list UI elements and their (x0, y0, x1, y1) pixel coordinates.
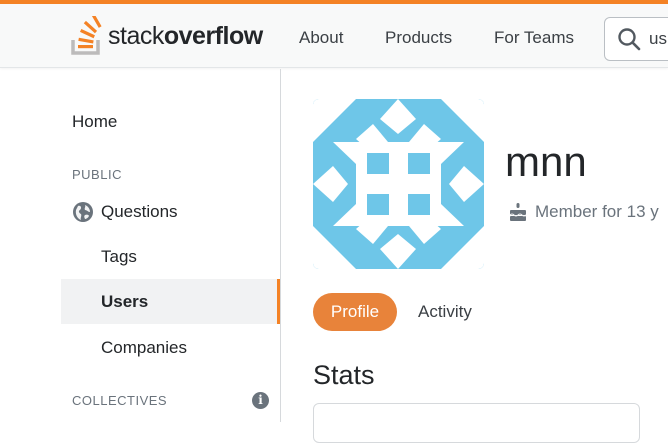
nav-for-teams[interactable]: For Teams (494, 28, 574, 48)
sidebar-item-home[interactable]: Home (72, 112, 117, 132)
stats-card (313, 403, 640, 443)
stackoverflow-logo-icon (71, 16, 102, 55)
tab-profile[interactable]: Profile (313, 293, 397, 331)
sidebar-item-users[interactable]: Users (101, 292, 148, 312)
search-input[interactable]: us (604, 17, 668, 61)
logo-wordmark: stackoverflow (108, 22, 263, 51)
logo-word-stack: stack (108, 21, 164, 50)
sidebar-item-questions[interactable]: Questions (101, 202, 178, 222)
member-since-text: Member for 13 y (535, 202, 659, 221)
user-avatar[interactable] (313, 99, 484, 269)
top-bar: stackoverflow About Products For Teams u… (0, 0, 668, 68)
profile-username: mnn (505, 138, 587, 185)
search-value: us (649, 29, 667, 48)
identicon-pattern (313, 99, 484, 269)
stats-heading: Stats (313, 360, 375, 390)
sidebar-item-companies[interactable]: Companies (101, 338, 187, 358)
info-icon[interactable]: i (252, 392, 269, 409)
sidebar-active-highlight (61, 279, 280, 324)
sidebar-item-tags[interactable]: Tags (101, 247, 137, 267)
cake-icon (509, 203, 527, 221)
left-sidebar: Home PUBLIC Questions Tags Users Compani… (0, 69, 281, 422)
member-since: Member for 13 y (508, 202, 659, 222)
globe-icon (73, 202, 93, 222)
logo-word-overflow: overflow (163, 21, 263, 50)
stackoverflow-logo[interactable]: stackoverflow (70, 13, 263, 59)
sidebar-section-public: PUBLIC (72, 167, 122, 182)
search-icon (618, 28, 641, 51)
nav-products[interactable]: Products (385, 28, 452, 48)
tab-activity[interactable]: Activity (418, 302, 472, 322)
nav-about[interactable]: About (299, 28, 343, 48)
sidebar-section-collectives: COLLECTIVES (72, 393, 168, 408)
